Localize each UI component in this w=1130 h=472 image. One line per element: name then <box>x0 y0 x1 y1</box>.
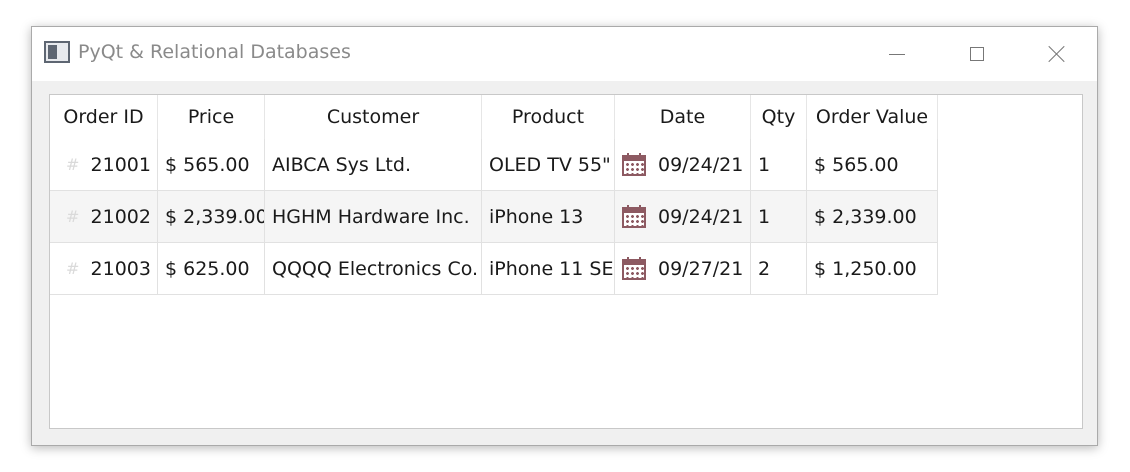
calendar-icon <box>622 204 646 229</box>
cell-qty[interactable]: 2 <box>751 243 807 295</box>
hash-icon: # <box>66 259 80 278</box>
maximize-button[interactable] <box>937 27 1017 81</box>
cell-customer[interactable]: HGHM Hardware Inc. <box>265 191 482 243</box>
date-value: 09/24/21 <box>658 153 744 176</box>
cell-order-id[interactable]: # 21003 <box>50 243 158 295</box>
cell-qty[interactable]: 1 <box>751 191 807 243</box>
cell-product[interactable]: iPhone 11 SE <box>482 243 615 295</box>
column-header-date[interactable]: Date <box>615 95 751 139</box>
cell-product[interactable]: iPhone 13 <box>482 191 615 243</box>
title-bar[interactable]: PyQt & Relational Databases <box>32 27 1097 81</box>
minimize-icon <box>889 53 905 55</box>
cell-price[interactable]: $ 565.00 <box>158 139 265 191</box>
window-title: PyQt & Relational Databases <box>78 41 351 63</box>
calendar-icon <box>622 256 646 281</box>
cell-date[interactable]: 09/27/21 <box>615 243 751 295</box>
cell-product[interactable]: OLED TV 55" <box>482 139 615 191</box>
date-value: 09/24/21 <box>658 205 744 228</box>
date-value: 09/27/21 <box>658 257 744 280</box>
order-id-value: 21001 <box>90 153 151 176</box>
column-header-order-id[interactable]: Order ID <box>50 95 158 139</box>
hash-icon: # <box>66 207 80 226</box>
cell-qty[interactable]: 1 <box>751 139 807 191</box>
cell-order-value[interactable]: $ 1,250.00 <box>807 243 938 295</box>
cell-customer[interactable]: QQQQ Electronics Co. <box>265 243 482 295</box>
app-window-icon <box>44 41 70 63</box>
hash-icon: # <box>66 155 80 174</box>
close-icon <box>1048 45 1066 63</box>
cell-order-id[interactable]: # 21001 <box>50 139 158 191</box>
cell-price[interactable]: $ 625.00 <box>158 243 265 295</box>
order-id-value: 21002 <box>90 205 151 228</box>
cell-date[interactable]: 09/24/21 <box>615 191 751 243</box>
cell-customer[interactable]: AIBCA Sys Ltd. <box>265 139 482 191</box>
column-header-product[interactable]: Product <box>482 95 615 139</box>
column-header-price[interactable]: Price <box>158 95 265 139</box>
cell-order-value[interactable]: $ 565.00 <box>807 139 938 191</box>
orders-table[interactable]: Order ID Price Customer Product Date Qty… <box>49 94 1083 429</box>
column-header-order-value[interactable]: Order Value <box>807 95 938 139</box>
main-window: PyQt & Relational Databases Order ID Pri… <box>31 26 1098 446</box>
cell-date[interactable]: 09/24/21 <box>615 139 751 191</box>
column-header-customer[interactable]: Customer <box>265 95 482 139</box>
cell-order-id[interactable]: # 21002 <box>50 191 158 243</box>
cell-price[interactable]: $ 2,339.00 <box>158 191 265 243</box>
calendar-icon <box>622 152 646 177</box>
maximize-icon <box>970 47 984 61</box>
cell-order-value[interactable]: $ 2,339.00 <box>807 191 938 243</box>
minimize-button[interactable] <box>857 27 937 81</box>
column-header-qty[interactable]: Qty <box>751 95 807 139</box>
close-button[interactable] <box>1017 27 1097 81</box>
order-id-value: 21003 <box>90 257 151 280</box>
